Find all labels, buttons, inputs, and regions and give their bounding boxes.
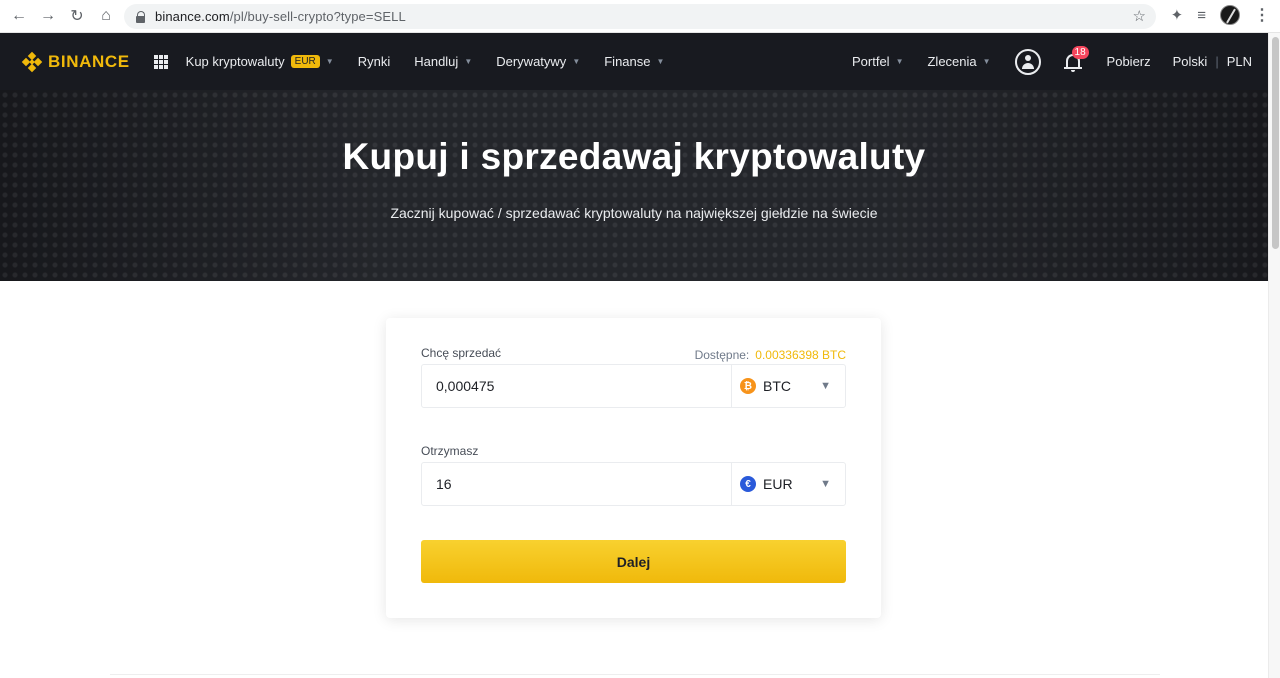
- notification-count-badge: 18: [1071, 45, 1089, 59]
- chevron-down-icon: ▼: [820, 380, 831, 392]
- wallet-label: Portfel: [851, 54, 890, 69]
- menu-item-label: Finanse: [604, 54, 651, 69]
- url-path: /pl/buy-sell-crypto?type=SELL: [229, 9, 406, 24]
- profile-avatar[interactable]: [1220, 5, 1240, 25]
- menu-item-buy-crypto[interactable]: Kup kryptowaluty EUR ▼: [186, 54, 334, 69]
- main-menu: Kup kryptowaluty EUR ▼ Rynki Handluj ▼ D…: [186, 54, 689, 69]
- menu-item-finance[interactable]: Finanse ▼: [604, 54, 664, 69]
- sell-asset-select[interactable]: ₿ BTC ▼: [731, 365, 845, 407]
- binance-logo[interactable]: BINANCE: [21, 51, 130, 72]
- caret-down-icon: ▼: [656, 57, 665, 66]
- orders-label: Zlecenia: [927, 54, 977, 69]
- language-label: Polski: [1172, 54, 1208, 69]
- page-subtitle: Zacznij kupować / sprzedawać kryptowalut…: [390, 205, 878, 221]
- user-profile-icon[interactable]: [1014, 48, 1041, 75]
- menu-item-trade[interactable]: Handluj ▼: [414, 54, 472, 69]
- page-title: Kupuj i sprzedawaj kryptowaluty: [342, 136, 926, 177]
- receive-amount-input[interactable]: 16: [422, 476, 731, 492]
- browser-actions: ✦ ≡ ⋮: [1171, 5, 1270, 25]
- available-value[interactable]: 0.00336398 BTC: [755, 348, 846, 362]
- scrollbar-thumb[interactable]: [1272, 37, 1279, 249]
- caret-down-icon: ▼: [982, 57, 991, 66]
- star-icon[interactable]: ☆: [1133, 7, 1146, 25]
- forward-icon[interactable]: →: [34, 2, 62, 30]
- available-label: Dostępne:: [694, 348, 750, 362]
- menu-item-label: Rynki: [357, 54, 391, 69]
- reading-list-icon[interactable]: ≡: [1197, 7, 1206, 24]
- url-host: binance.com: [155, 9, 230, 24]
- menu-item-markets[interactable]: Rynki: [358, 54, 391, 69]
- logo-text: BINANCE: [48, 51, 130, 71]
- caret-down-icon: ▼: [325, 57, 334, 66]
- continue-button[interactable]: Dalej: [421, 540, 846, 583]
- back-icon[interactable]: ←: [5, 2, 33, 30]
- lock-icon: [136, 10, 146, 23]
- orders-menu[interactable]: Zlecenia ▼: [927, 54, 990, 69]
- binance-logo-icon: [21, 51, 43, 72]
- sell-amount-field: 0,000475 ₿ BTC ▼: [421, 364, 846, 408]
- receive-label: Otrzymasz: [421, 444, 479, 458]
- sell-asset-ticker: BTC: [763, 378, 791, 394]
- caret-down-icon: ▼: [464, 57, 473, 66]
- reload-icon[interactable]: ↻: [63, 2, 91, 30]
- divider: |: [1215, 54, 1219, 69]
- address-bar[interactable]: binance.com/pl/buy-sell-crypto?type=SELL…: [124, 4, 1156, 29]
- home-icon[interactable]: ⌂: [92, 2, 120, 30]
- sell-label: Chcę sprzedać: [421, 346, 502, 360]
- wallet-menu[interactable]: Portfel ▼: [852, 54, 904, 69]
- hero-banner: Kupuj i sprzedawaj kryptowaluty Zacznij …: [0, 90, 1268, 281]
- trade-form-card: Chcę sprzedać Dostępne: 0.00336398 BTC 0,…: [386, 318, 881, 618]
- sell-amount-input[interactable]: 0,000475: [422, 378, 731, 394]
- menu-item-label: Kup kryptowaluty: [185, 54, 285, 69]
- eur-coin-icon: €: [740, 476, 756, 492]
- receive-asset-ticker: EUR: [763, 476, 793, 492]
- download-label: Pobierz: [1106, 54, 1151, 69]
- receive-amount-field: 16 € EUR ▼: [421, 462, 846, 506]
- receive-asset-select[interactable]: € EUR ▼: [731, 463, 845, 505]
- menu-item-derivatives[interactable]: Derywatywy ▼: [496, 54, 580, 69]
- address-url[interactable]: binance.com/pl/buy-sell-crypto?type=SELL: [155, 9, 406, 24]
- menu-kebab-icon[interactable]: ⋮: [1254, 5, 1270, 25]
- menu-item-label: Handluj: [414, 54, 459, 69]
- browser-toolbar: ← → ↻ ⌂ binance.com/pl/buy-sell-crypto?t…: [0, 0, 1280, 33]
- caret-down-icon: ▼: [572, 57, 581, 66]
- section-divider: [110, 674, 1160, 675]
- download-link[interactable]: Pobierz: [1107, 54, 1151, 69]
- currency-label: PLN: [1226, 54, 1252, 69]
- btc-coin-icon: ₿: [740, 378, 756, 394]
- chevron-down-icon: ▼: [820, 478, 831, 490]
- header-right-nav: Portfel ▼ Zlecenia ▼ 18 Pobierz Polski |…: [828, 33, 1252, 90]
- notifications-bell-icon[interactable]: 18: [1063, 45, 1089, 73]
- apps-grid-icon[interactable]: [153, 54, 168, 69]
- language-currency-selector[interactable]: Polski | PLN: [1173, 54, 1252, 69]
- site-header: BINANCE Kup kryptowaluty EUR ▼ Rynki Han…: [0, 33, 1268, 90]
- menu-item-label: Derywatywy: [496, 54, 567, 69]
- available-balance: Dostępne: 0.00336398 BTC: [695, 348, 846, 362]
- currency-badge: EUR: [290, 55, 320, 68]
- caret-down-icon: ▼: [895, 57, 904, 66]
- extensions-icon[interactable]: ✦: [1171, 6, 1184, 24]
- page-scrollbar[interactable]: [1268, 33, 1280, 678]
